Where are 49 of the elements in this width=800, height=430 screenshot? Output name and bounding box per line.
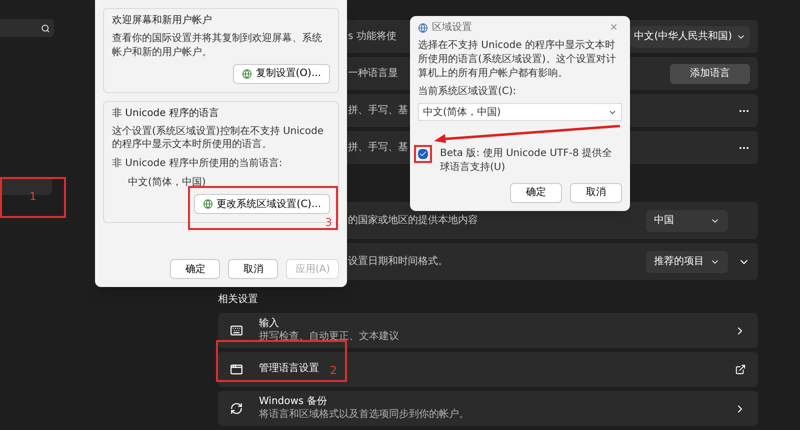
locale-select[interactable]: 中文(简体，中国)	[418, 103, 622, 122]
add-language-button[interactable]: 添加语言	[670, 64, 750, 84]
card-description: s 功能将使	[348, 30, 396, 44]
related-setting-row[interactable]: 输入 拼写检查、自动更正、文本建议	[218, 313, 758, 348]
dialog-description: 选择在不支持 Unicode 的程序中显示文本时所使用的语言(系统区域设置)。这个设置对计算机上的所有用户帐户都有影响。	[418, 39, 617, 80]
setting-title: 管理语言设置	[259, 363, 319, 376]
dialog-button[interactable]: 确定	[510, 182, 562, 203]
globe-icon	[202, 199, 213, 209]
section-heading: 相关设置	[218, 292, 259, 307]
related-setting-row[interactable]: Windows 备份 将语言和区域格式以及首选项同步到你的帐户。	[218, 391, 758, 426]
checkbox-label: Beta 版: 使用 Unicode UTF-8 提供全球语言支持(U)	[440, 147, 614, 175]
window-icon	[230, 363, 243, 376]
dialog-button[interactable]: 确定	[170, 259, 220, 279]
annotation-number: 2	[330, 365, 337, 376]
globe-icon	[242, 68, 252, 78]
language-dropdown[interactable]: 中文(中华人民共和国)	[630, 26, 750, 48]
region-dropdown[interactable]: 中国	[646, 210, 728, 232]
dialog-button[interactable]: 取消	[570, 182, 622, 203]
setting-title: 输入	[259, 318, 279, 330]
field-label: 当前系统区域设置(C):	[418, 84, 518, 100]
dialog-button[interactable]: 更改系统区域设置(C)...	[194, 194, 330, 214]
annotation-number: 1	[30, 189, 36, 206]
current-language-value: 中文(简体，中国)	[127, 176, 207, 190]
card-description: 的国家或地区的提供本地内容	[348, 214, 478, 228]
card-description: 设置日期和时间格式。	[348, 254, 448, 269]
setting-subtitle: 拼写检查、自动更正、文本建议	[259, 330, 399, 343]
current-language-label: 非 Unicode 程序中所使用的当前语言:	[112, 156, 284, 171]
card-description: 拼、手写、基	[348, 140, 408, 155]
window-title: 区域设置	[432, 20, 473, 35]
external-link-icon	[735, 364, 746, 375]
annotation-number: 3	[325, 217, 332, 228]
check-icon	[419, 150, 427, 158]
keyboard-icon	[230, 324, 243, 337]
card-description: 一种语言显	[348, 66, 398, 81]
region-dropdown[interactable]: 推荐的项目	[646, 250, 728, 272]
card-description: 拼、手写、基	[348, 104, 408, 118]
search-icon	[41, 24, 50, 32]
dialog-button[interactable]: 取消	[228, 259, 278, 279]
checkbox[interactable]	[418, 149, 428, 160]
search-field[interactable]	[0, 19, 54, 37]
globe-icon	[418, 22, 428, 32]
group-title: 欢迎屏幕和新用户帐户	[112, 14, 213, 28]
setting-title: Windows 备份	[259, 396, 328, 408]
group-description: 查看你的国际设置并将其复制到欢迎屏幕、系统帐户和新的用户帐户。	[112, 32, 323, 60]
sync-icon	[230, 402, 243, 415]
setting-subtitle: 将语言和区域格式以及首选项同步到你的帐户。	[259, 408, 469, 421]
group-title: 非 Unicode 程序的语言	[112, 106, 220, 120]
group-description: 这个设置(系统区域设置)控制在不支持 Unicode 的程序中显示文本时所使用的语言。	[112, 124, 325, 152]
dialog-button[interactable]: 复制设置(O)...	[232, 64, 330, 84]
